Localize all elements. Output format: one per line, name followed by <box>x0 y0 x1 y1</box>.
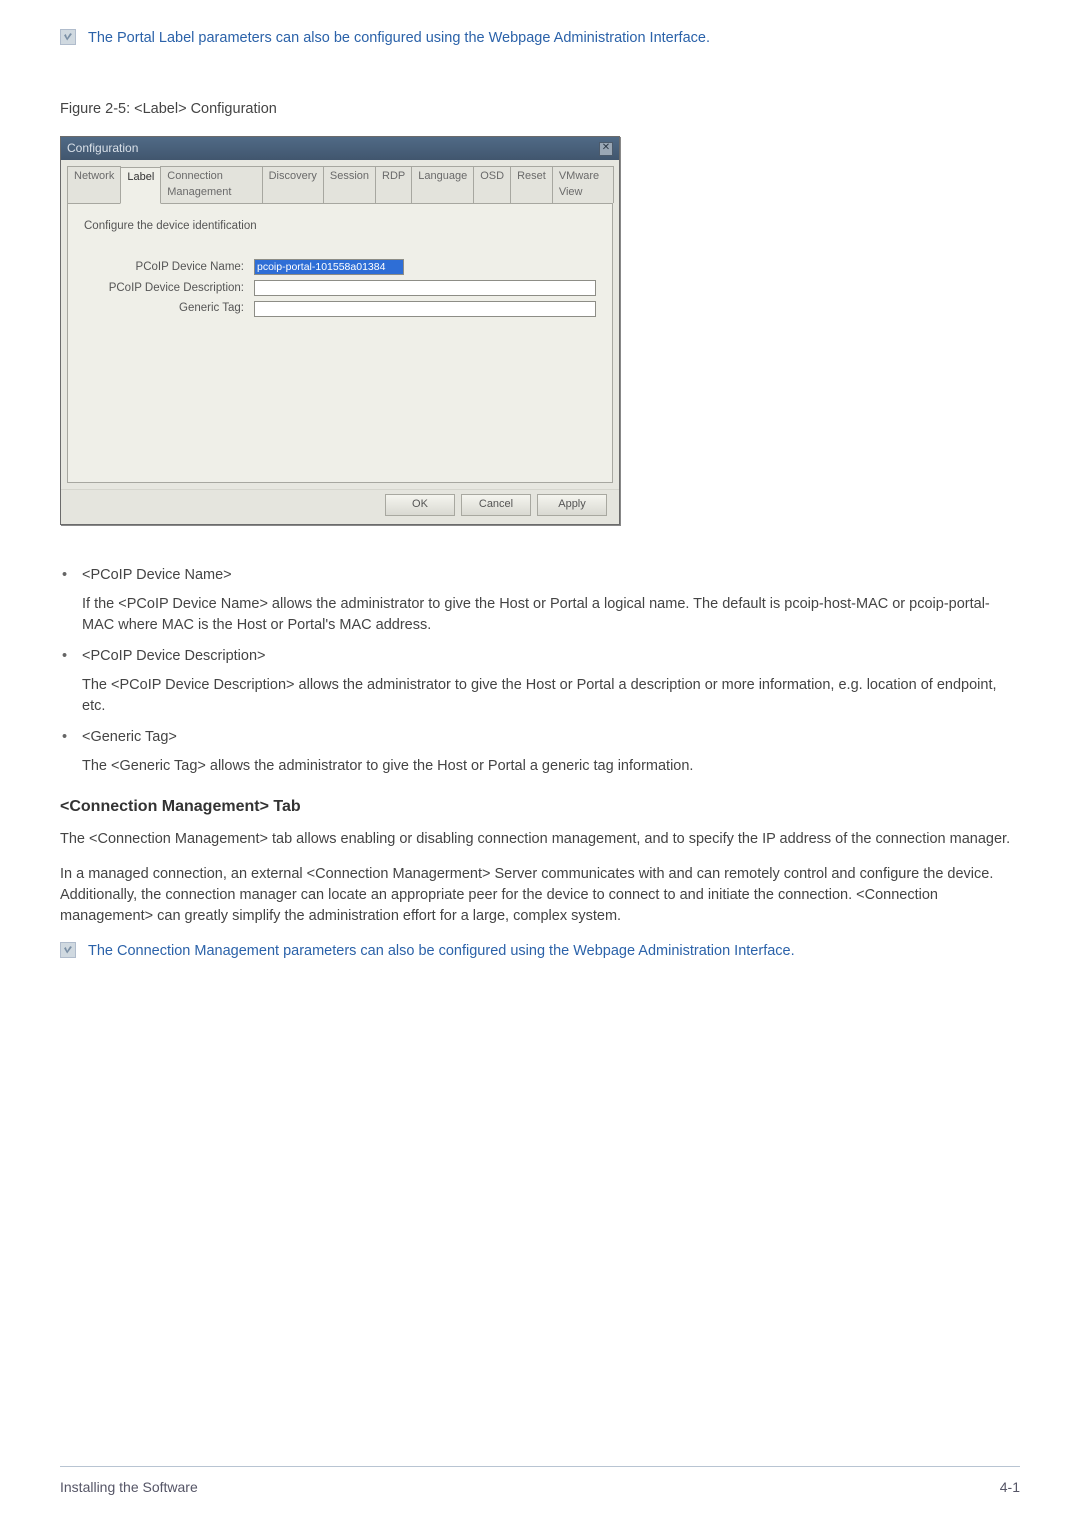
generic-tag-label: Generic Tag: <box>84 300 254 317</box>
footer-left: Installing the Software <box>60 1477 198 1497</box>
dialog-tabs: Network Label Connection Management Disc… <box>61 160 619 203</box>
note-icon <box>60 942 76 958</box>
note-top: The Portal Label parameters can also be … <box>60 28 1020 49</box>
ok-button[interactable]: OK <box>385 494 455 516</box>
dialog-titlebar: Configuration ✕ <box>61 137 619 160</box>
bullet-mark: • <box>60 565 82 590</box>
device-desc-label: PCoIP Device Description: <box>84 280 254 297</box>
note-bottom-text: The Connection Management parameters can… <box>88 941 795 962</box>
tab-connection-management[interactable]: Connection Management <box>160 166 262 203</box>
dialog-footer: OK Cancel Apply <box>61 489 619 524</box>
tab-language[interactable]: Language <box>411 166 474 203</box>
tab-discovery[interactable]: Discovery <box>262 166 324 203</box>
list-item: • <PCoIP Device Name> <box>60 565 1020 590</box>
row-generic-tag: Generic Tag: <box>84 300 596 317</box>
tab-vmware-view[interactable]: VMware View <box>552 166 614 203</box>
dialog-body: Configure the device identification PCoI… <box>67 203 613 483</box>
row-device-name: PCoIP Device Name: pcoip-portal-101558a0… <box>84 259 596 276</box>
tab-osd[interactable]: OSD <box>473 166 511 203</box>
paragraph-1: The <Connection Management> tab allows e… <box>60 829 1020 850</box>
dialog-title: Configuration <box>67 140 138 157</box>
tab-label[interactable]: Label <box>120 167 161 204</box>
row-device-desc: PCoIP Device Description: <box>84 280 596 297</box>
tab-rdp[interactable]: RDP <box>375 166 412 203</box>
cancel-button[interactable]: Cancel <box>461 494 531 516</box>
bullet-desc: The <Generic Tag> allows the administrat… <box>60 756 1020 777</box>
page-footer: Installing the Software 4-1 <box>60 1466 1020 1497</box>
tab-reset[interactable]: Reset <box>510 166 553 203</box>
bullet-title: <Generic Tag> <box>82 727 1020 748</box>
device-name-input[interactable]: pcoip-portal-101558a01384 <box>254 259 404 275</box>
bullet-desc: The <PCoIP Device Description> allows th… <box>60 675 1020 717</box>
config-dialog: Configuration ✕ Network Label Connection… <box>60 136 620 525</box>
list-item: • <Generic Tag> <box>60 727 1020 752</box>
device-desc-input[interactable] <box>254 280 596 296</box>
footer-right: 4-1 <box>1000 1477 1020 1497</box>
note-top-text: The Portal Label parameters can also be … <box>88 28 710 49</box>
bullet-title: <PCoIP Device Description> <box>82 646 1020 667</box>
apply-button[interactable]: Apply <box>537 494 607 516</box>
tab-session[interactable]: Session <box>323 166 376 203</box>
close-icon[interactable]: ✕ <box>599 142 613 156</box>
bullet-title: <PCoIP Device Name> <box>82 565 1020 586</box>
list-item: • <PCoIP Device Description> <box>60 646 1020 671</box>
note-bottom: The Connection Management parameters can… <box>60 941 1020 962</box>
figure-caption: Figure 2-5: <Label> Configuration <box>60 99 1020 120</box>
bullet-desc: If the <PCoIP Device Name> allows the ad… <box>60 594 1020 636</box>
section-heading: <Connection Management> Tab <box>60 795 1020 818</box>
device-name-label: PCoIP Device Name: <box>84 259 254 276</box>
bullet-mark: • <box>60 646 82 671</box>
tab-network[interactable]: Network <box>67 166 121 203</box>
dialog-body-header: Configure the device identification <box>84 218 596 235</box>
paragraph-2: In a managed connection, an external <Co… <box>60 864 1020 927</box>
bullet-list: • <PCoIP Device Name> If the <PCoIP Devi… <box>60 565 1020 777</box>
note-icon <box>60 29 76 45</box>
bullet-mark: • <box>60 727 82 752</box>
generic-tag-input[interactable] <box>254 301 596 317</box>
